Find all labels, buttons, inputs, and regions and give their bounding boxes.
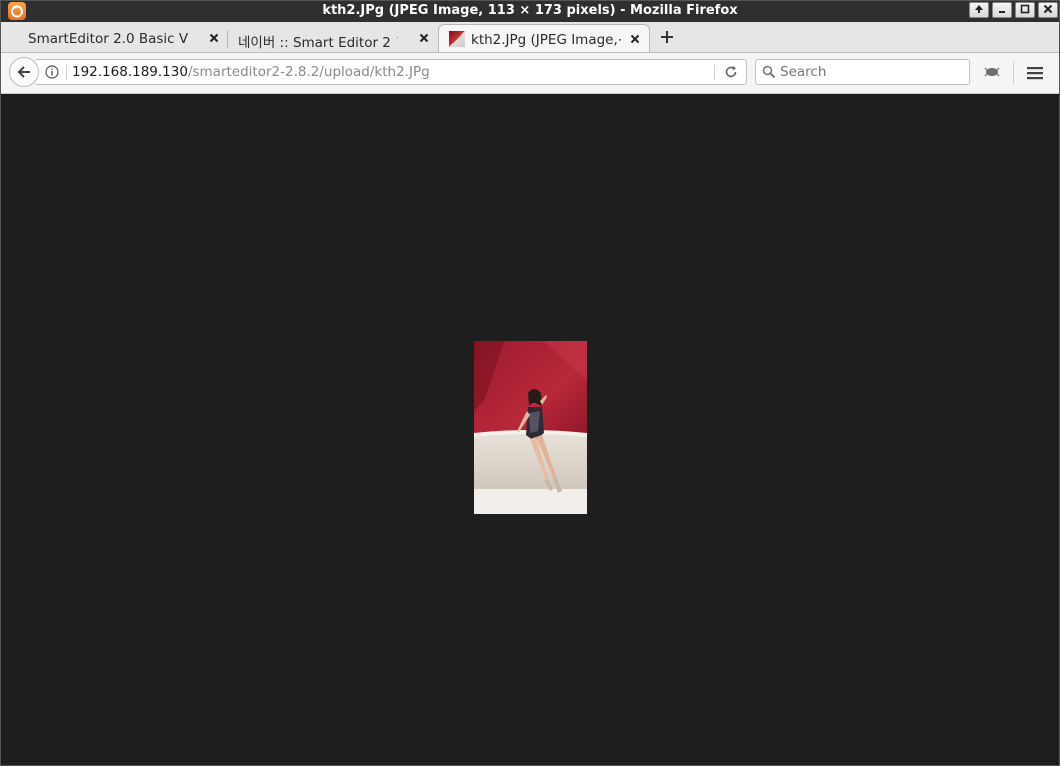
reload-separator — [714, 65, 715, 80]
tab-label: 네이버 :: Smart Editor 2 ™ — [238, 35, 398, 51]
tab-kth2-image[interactable]: kth2.JPg (JPEG Image,⋯ — [438, 24, 650, 52]
kth2-photo[interactable] — [474, 341, 587, 514]
url-bar[interactable]: 192.168.189.130/smarteditor2-2.8.2/uploa… — [36, 59, 747, 85]
tab-label: SmartEditor 2.0 Basic Vul⋯ — [28, 31, 188, 47]
window-titlebar: kth2.JPg (JPEG Image, 113 × 173 pixels) … — [0, 0, 1060, 23]
image-favicon-icon — [449, 31, 465, 47]
window-title: kth2.JPg (JPEG Image, 113 × 173 pixels) … — [322, 3, 738, 18]
hamburger-menu-icon[interactable] — [1026, 65, 1044, 81]
up-arrow-icon — [975, 5, 983, 13]
back-arrow-icon — [17, 66, 30, 78]
new-tab-icon[interactable] — [658, 28, 676, 46]
info-icon[interactable] — [45, 65, 59, 79]
url-path: /smarteditor2-2.8.2/upload/kth2.JPg — [187, 64, 430, 80]
tab-label: kth2.JPg (JPEG Image,⋯ — [471, 32, 621, 48]
search-input[interactable] — [780, 63, 960, 81]
minimize-icon — [999, 11, 1005, 13]
window-raise-button[interactable] — [969, 2, 989, 18]
maximize-icon — [1020, 4, 1030, 14]
window-minimize-button[interactable] — [992, 2, 1012, 18]
search-bar[interactable] — [755, 59, 970, 85]
tab-strip: SmartEditor 2.0 Basic Vul⋯ 네이버 :: Smart … — [0, 22, 1060, 53]
tab-close-icon[interactable] — [629, 33, 641, 45]
window-maximize-button[interactable] — [1015, 2, 1035, 18]
reload-icon[interactable] — [724, 65, 738, 79]
image-viewer-content — [2, 94, 1056, 764]
url-separator — [66, 65, 67, 80]
url-host: 192.168.189.130 — [72, 64, 188, 80]
close-icon — [1043, 4, 1053, 14]
url-text[interactable]: 192.168.189.130/smarteditor2-2.8.2/uploa… — [72, 64, 430, 80]
extension-icon[interactable] — [983, 65, 1001, 79]
back-button[interactable] — [9, 57, 39, 87]
tab-close-icon[interactable] — [418, 32, 430, 44]
tab-naver-smart-editor[interactable]: 네이버 :: Smart Editor 2 ™ — [216, 24, 438, 52]
search-icon — [762, 65, 776, 79]
window-close-button[interactable] — [1038, 2, 1058, 18]
toolbar-divider — [1013, 62, 1014, 84]
navigation-toolbar: 192.168.189.130/smarteditor2-2.8.2/uploa… — [0, 53, 1060, 94]
tab-smarteditor-basic[interactable]: SmartEditor 2.0 Basic Vul⋯ — [6, 24, 228, 52]
